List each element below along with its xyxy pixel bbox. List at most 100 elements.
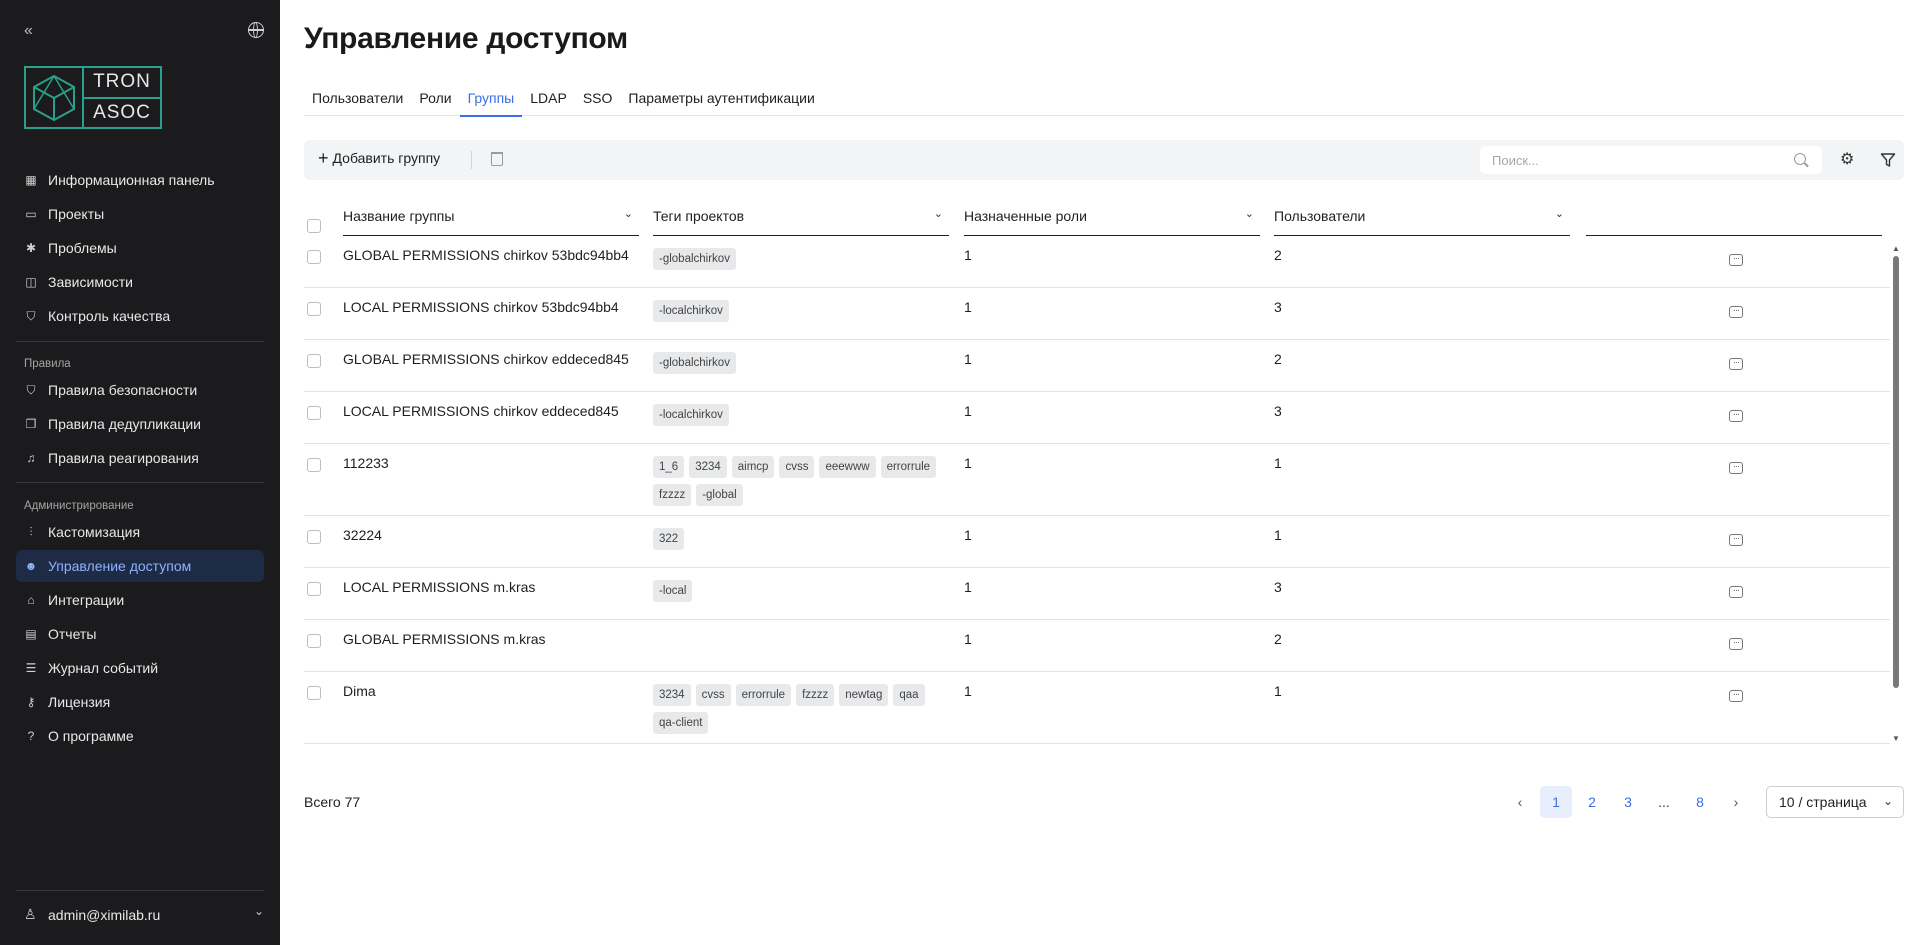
- search-icon[interactable]: [1794, 153, 1806, 165]
- more-actions-icon[interactable]: [1729, 410, 1743, 422]
- nav-item-about[interactable]: ? О программе: [16, 720, 264, 752]
- prev-page-button[interactable]: ‹: [1504, 786, 1536, 818]
- column-header-tags[interactable]: Теги проектов ⌄: [653, 200, 949, 236]
- page-button-1[interactable]: 1: [1540, 786, 1572, 818]
- nav-item-event-log[interactable]: ☰ Журнал событий: [16, 652, 264, 684]
- page-button-8[interactable]: 8: [1684, 786, 1716, 818]
- users-count: 3: [1274, 403, 1282, 419]
- nav-item-access-management[interactable]: ☻ Управление доступом: [16, 550, 264, 582]
- nav-item-integrations[interactable]: ⌂ Интеграции: [16, 584, 264, 616]
- trash-icon[interactable]: [491, 152, 503, 166]
- column-header-users[interactable]: Пользователи ⌄: [1274, 200, 1570, 236]
- nav-item-security-rules[interactable]: ⛉ Правила безопасности: [16, 374, 264, 406]
- more-actions-icon[interactable]: [1729, 534, 1743, 546]
- page-size-select[interactable]: 10 / страница ⌄: [1766, 786, 1904, 818]
- row-checkbox[interactable]: [307, 686, 321, 700]
- tab-users[interactable]: Пользователи: [304, 80, 411, 116]
- more-actions-icon[interactable]: [1729, 690, 1743, 702]
- nav-item-projects[interactable]: ▭ Проекты: [16, 198, 264, 230]
- chevron-down-icon[interactable]: ⌄: [1555, 207, 1564, 220]
- page-ellipsis[interactable]: ...: [1648, 786, 1680, 818]
- table-row[interactable]: Dima 3234 cvss errorrule fzzzz newtag qaa qa-cl…: [304, 672, 1890, 744]
- nav-item-quality-control[interactable]: ⛉ Контроль качества: [16, 300, 264, 332]
- table-header: Название группы ⌄ Теги проектов ⌄ Назнач…: [304, 200, 1904, 236]
- next-page-button[interactable]: ›: [1720, 786, 1752, 818]
- row-checkbox[interactable]: [307, 634, 321, 648]
- nav-item-customization[interactable]: ⫶ Кастомизация: [16, 516, 264, 548]
- integration-icon: ⌂: [27, 593, 35, 607]
- language-globe-icon[interactable]: [247, 21, 264, 38]
- row-checkbox[interactable]: [307, 354, 321, 368]
- row-checkbox[interactable]: [307, 406, 321, 420]
- nav-item-license[interactable]: ⚷ Лицензия: [16, 686, 264, 718]
- table-row[interactable]: 32224 322 1 1: [304, 516, 1890, 568]
- table-row[interactable]: LOCAL PERMISSIONS chirkov eddeced845 -loc…: [304, 392, 1890, 444]
- page-button-2[interactable]: 2: [1576, 786, 1608, 818]
- tab-auth-settings[interactable]: Параметры аутентификации: [620, 80, 822, 116]
- more-actions-icon[interactable]: [1729, 254, 1743, 266]
- gear-icon[interactable]: ⚙: [1840, 152, 1856, 168]
- nav-label: Контроль качества: [48, 308, 171, 324]
- nav-item-response-rules[interactable]: ♫ Правила реагирования: [16, 442, 264, 474]
- assigned-roles-count: 1: [964, 631, 972, 647]
- project-tag: 3234: [689, 456, 727, 478]
- column-header-roles[interactable]: Назначенные роли ⌄: [964, 200, 1260, 236]
- project-tag: fzzzz: [796, 684, 835, 706]
- users-count: 3: [1274, 299, 1282, 315]
- table-row[interactable]: LOCAL PERMISSIONS m.kras -local 1 3: [304, 568, 1890, 620]
- nav-item-dependencies[interactable]: ◫ Зависимости: [16, 266, 264, 298]
- chevron-down-icon[interactable]: ⌄: [624, 207, 633, 220]
- nav-rules: Правила ⛉ Правила безопасности ❐ Правила д…: [16, 348, 264, 476]
- row-checkbox[interactable]: [307, 458, 321, 472]
- nav-item-dashboard[interactable]: ▦ Информационная панель: [16, 164, 264, 196]
- column-label: Назначенные роли: [964, 208, 1087, 224]
- row-checkbox[interactable]: [307, 250, 321, 264]
- more-actions-icon[interactable]: [1729, 358, 1743, 370]
- more-actions-icon[interactable]: [1729, 586, 1743, 598]
- scrollbar-thumb[interactable]: [1893, 256, 1899, 688]
- project-tag: -local: [653, 580, 693, 602]
- chevron-down-icon[interactable]: ⌄: [1245, 207, 1254, 220]
- table-row[interactable]: GLOBAL PERMISSIONS m.kras 1 2: [304, 620, 1890, 672]
- add-group-button[interactable]: + Добавить группу: [318, 149, 440, 167]
- nav-label: Лицензия: [48, 694, 111, 710]
- report-icon: ▤: [25, 627, 37, 641]
- user-menu[interactable]: ♙ admin@ximilab.ru ⌄: [24, 904, 264, 923]
- table-row[interactable]: GLOBAL PERMISSIONS chirkov 53bdc94bb4 -gl…: [304, 236, 1890, 288]
- nav-label: Правила реагирования: [48, 450, 199, 466]
- select-all-checkbox[interactable]: [307, 219, 321, 233]
- assigned-roles-count: 1: [964, 579, 972, 595]
- search-input[interactable]: [1480, 146, 1822, 174]
- nav-item-dedup-rules[interactable]: ❐ Правила дедупликации: [16, 408, 264, 440]
- copy-icon: ❐: [25, 417, 37, 431]
- page-button-3[interactable]: 3: [1612, 786, 1644, 818]
- filter-icon[interactable]: [1880, 152, 1896, 168]
- tab-groups[interactable]: Группы: [459, 80, 523, 117]
- scroll-down-icon[interactable]: ▼: [1892, 734, 1900, 743]
- project-tags: -globalchirkov: [653, 248, 953, 270]
- tab-roles[interactable]: Роли: [411, 80, 459, 116]
- row-checkbox[interactable]: [307, 302, 321, 316]
- more-actions-icon[interactable]: [1729, 306, 1743, 318]
- more-actions-icon[interactable]: [1729, 462, 1743, 474]
- bug-icon: ✱: [25, 241, 37, 255]
- table-row[interactable]: 112233 1_6 3234 aimcp cvss eeewww errorrule fzz…: [304, 444, 1890, 516]
- more-actions-icon[interactable]: [1729, 638, 1743, 650]
- row-checkbox[interactable]: [307, 530, 321, 544]
- scroll-up-icon[interactable]: ▲: [1892, 244, 1900, 253]
- row-checkbox[interactable]: [307, 582, 321, 596]
- tab-ldap[interactable]: LDAP: [522, 80, 575, 116]
- tab-sso[interactable]: SSO: [575, 80, 621, 116]
- project-tag: 322: [653, 528, 685, 550]
- table-row[interactable]: GLOBAL PERMISSIONS chirkov eddeced845 -gl…: [304, 340, 1890, 392]
- assigned-roles-count: 1: [964, 455, 972, 471]
- chevron-down-icon[interactable]: ⌄: [934, 207, 943, 220]
- nav-item-reports[interactable]: ▤ Отчеты: [16, 618, 264, 650]
- collapse-sidebar-icon[interactable]: «: [24, 22, 33, 40]
- table-row[interactable]: LOCAL PERMISSIONS chirkov 53bdc94bb4 -loc…: [304, 288, 1890, 340]
- nav-label: Правила безопасности: [48, 382, 198, 398]
- nav-item-issues[interactable]: ✱ Проблемы: [16, 232, 264, 264]
- table-scrollbar[interactable]: ▲ ▼: [1892, 244, 1900, 744]
- project-tag: -global: [696, 484, 743, 506]
- column-header-name[interactable]: Название группы ⌄: [343, 200, 639, 236]
